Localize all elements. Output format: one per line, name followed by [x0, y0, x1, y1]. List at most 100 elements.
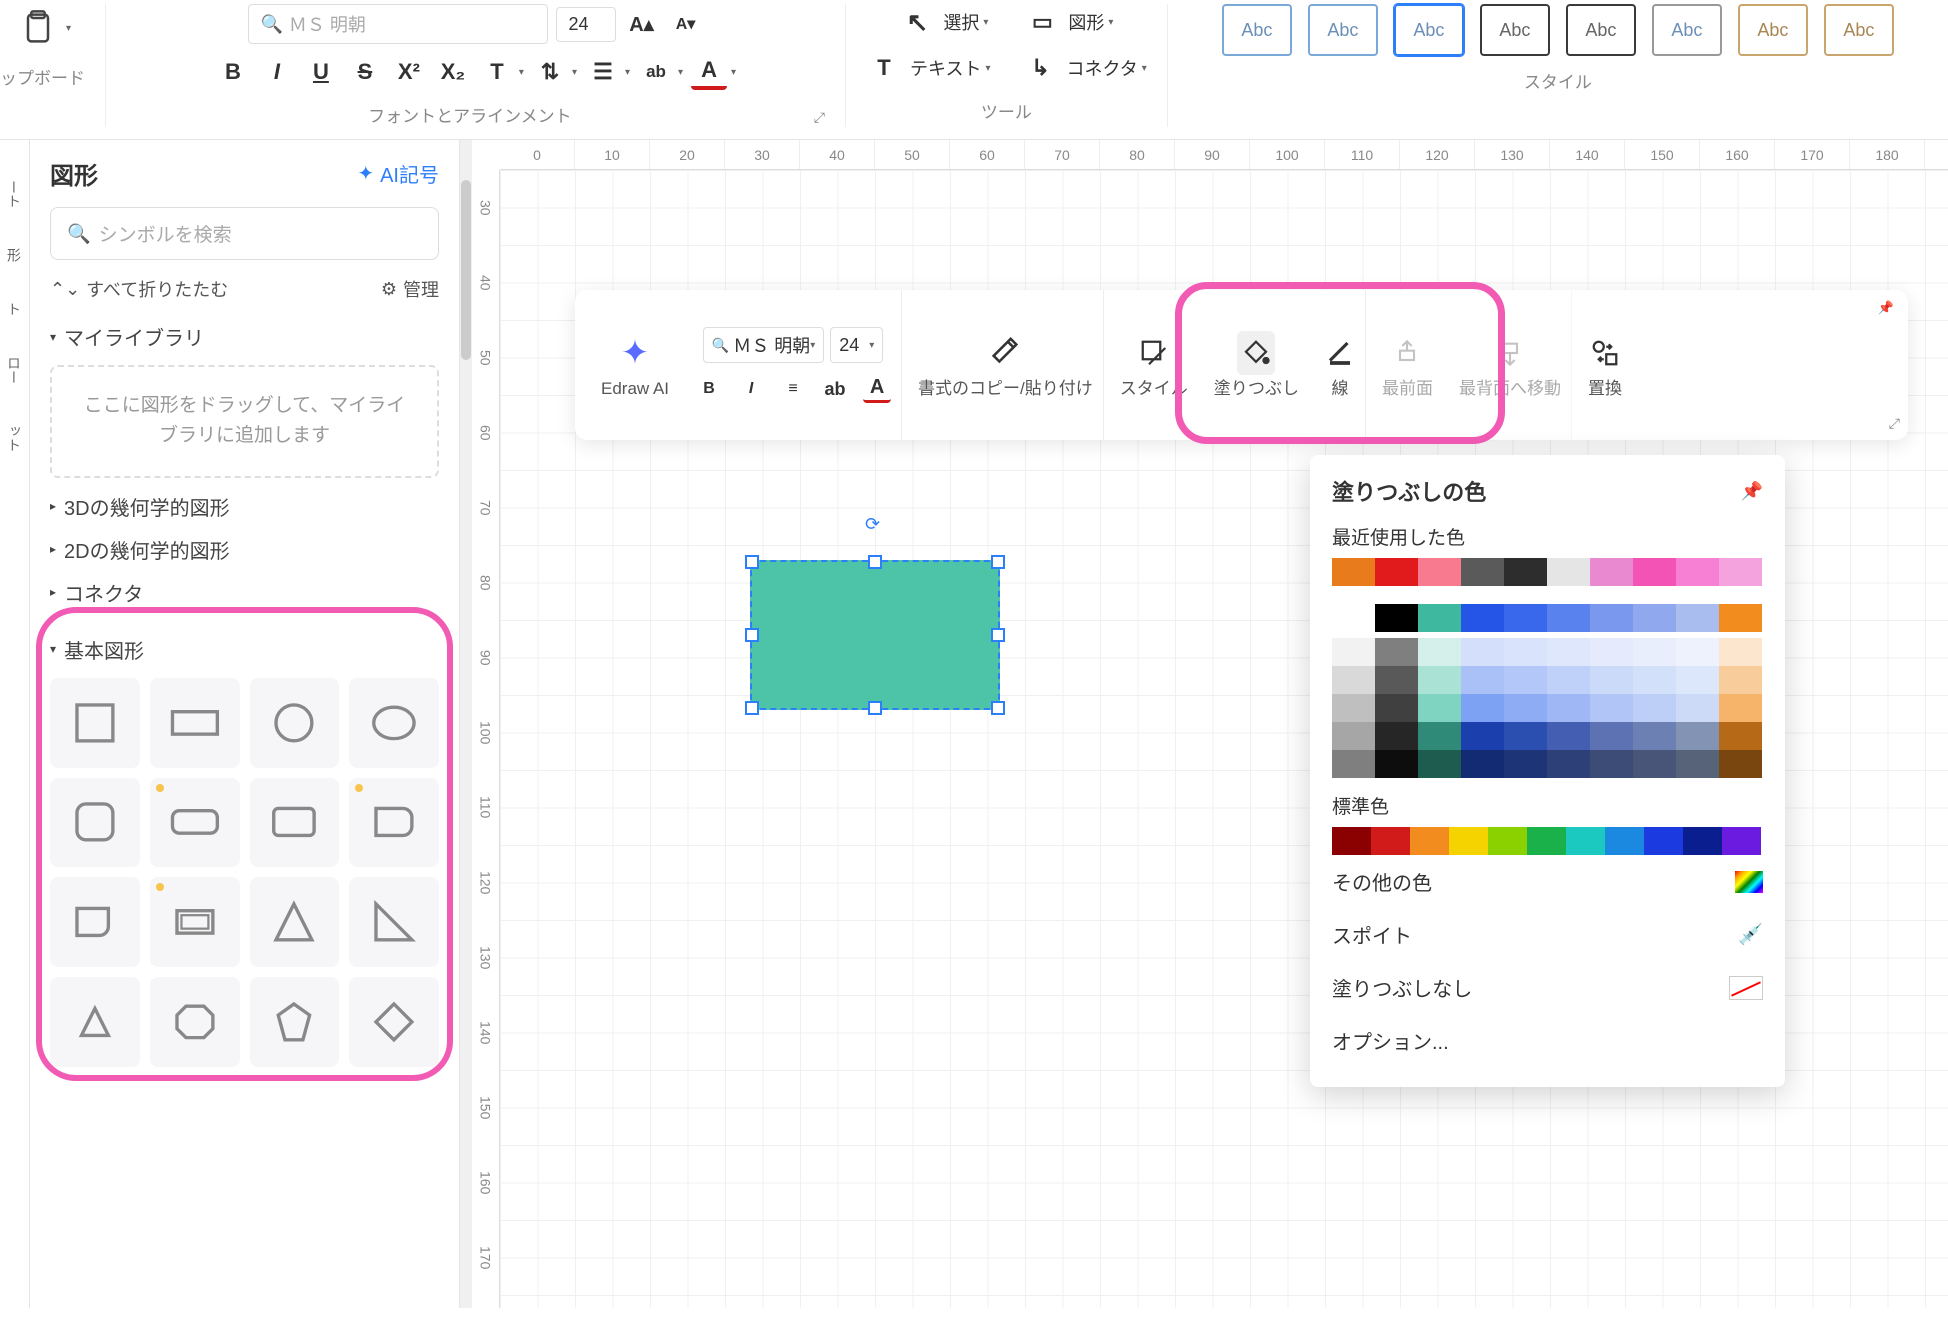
style-preset[interactable]: Abc [1480, 4, 1550, 56]
color-swatch[interactable] [1332, 638, 1375, 666]
color-swatch[interactable] [1375, 638, 1418, 666]
color-swatch[interactable] [1633, 722, 1676, 750]
color-swatch[interactable] [1504, 750, 1547, 778]
color-swatch[interactable] [1676, 558, 1719, 586]
dialog-launcher-icon[interactable]: ⤢ [814, 109, 825, 126]
color-swatch[interactable] [1461, 604, 1504, 632]
resize-handle[interactable] [745, 701, 759, 715]
resize-handle[interactable] [991, 628, 1005, 642]
color-swatch[interactable] [1719, 638, 1762, 666]
chevron-down-icon[interactable]: ▾ [625, 67, 630, 78]
color-swatch[interactable] [1488, 827, 1527, 855]
color-swatch[interactable] [1633, 604, 1676, 632]
scrollbar-thumb[interactable] [461, 180, 471, 360]
color-swatch[interactable] [1719, 722, 1762, 750]
color-swatch[interactable] [1547, 558, 1590, 586]
leftbar-item[interactable]: ロー [0, 336, 28, 404]
color-swatch[interactable] [1461, 638, 1504, 666]
color-swatch[interactable] [1504, 638, 1547, 666]
shape-tile[interactable] [50, 877, 140, 967]
connector-icon[interactable]: ↳ [1023, 50, 1059, 86]
change-case-button[interactable]: ab [821, 375, 849, 403]
section-basic[interactable]: ▾基本図形 [50, 635, 439, 664]
color-swatch[interactable] [1676, 722, 1719, 750]
color-swatch[interactable] [1375, 722, 1418, 750]
color-swatch[interactable] [1371, 827, 1410, 855]
color-swatch[interactable] [1418, 558, 1461, 586]
pin-icon[interactable]: 📌 [1878, 300, 1894, 316]
style-preset[interactable]: Abc [1222, 4, 1292, 56]
fill-icon[interactable] [1237, 331, 1275, 375]
color-swatch[interactable] [1683, 827, 1722, 855]
color-swatch[interactable] [1504, 666, 1547, 694]
color-swatch[interactable] [1375, 604, 1418, 632]
font-size-select[interactable]: 24▾ [830, 327, 883, 363]
color-swatch[interactable] [1332, 722, 1375, 750]
color-swatch[interactable] [1547, 694, 1590, 722]
color-swatch[interactable] [1719, 666, 1762, 694]
resize-handle[interactable] [868, 555, 882, 569]
color-swatch[interactable] [1504, 694, 1547, 722]
style-preset[interactable]: Abc [1824, 4, 1894, 56]
color-swatch[interactable] [1719, 750, 1762, 778]
color-swatch[interactable] [1332, 750, 1375, 778]
line-spacing-button[interactable]: ⇅ [532, 54, 568, 90]
color-swatch[interactable] [1461, 694, 1504, 722]
collapse-all-button[interactable]: ⌃⌄ すべて折りたたむ [50, 276, 228, 302]
sparkle-icon[interactable]: ✦ [621, 331, 650, 375]
color-swatch[interactable] [1676, 638, 1719, 666]
color-swatch[interactable] [1633, 666, 1676, 694]
text-format-button[interactable]: T [479, 54, 515, 90]
color-swatch[interactable] [1418, 750, 1461, 778]
shape-tile[interactable] [250, 778, 340, 868]
color-swatch[interactable] [1332, 604, 1375, 632]
shape-tile[interactable] [150, 678, 240, 768]
resize-handle[interactable] [745, 555, 759, 569]
shape-tile[interactable] [250, 977, 340, 1067]
color-swatch[interactable] [1547, 638, 1590, 666]
chevron-down-icon[interactable]: ▾ [572, 67, 577, 78]
shape-tile[interactable] [250, 678, 340, 768]
color-swatch[interactable] [1547, 666, 1590, 694]
style-preset[interactable]: Abc [1566, 4, 1636, 56]
font-family-select[interactable]: 🔍ＭＳ 明朝▾ [703, 327, 824, 363]
style-icon[interactable] [1139, 331, 1169, 375]
color-swatch[interactable] [1676, 666, 1719, 694]
style-preset[interactable]: Abc [1738, 4, 1808, 56]
decrease-font-icon[interactable]: A▾ [668, 6, 704, 42]
color-swatch[interactable] [1719, 694, 1762, 722]
section-my-library[interactable]: ▾マイライブラリ [50, 322, 439, 351]
shape-tile[interactable] [349, 977, 439, 1067]
color-swatch[interactable] [1590, 722, 1633, 750]
pin-icon[interactable]: 📌 [1741, 481, 1763, 502]
color-swatch[interactable] [1449, 827, 1488, 855]
color-swatch[interactable] [1590, 604, 1633, 632]
color-swatch[interactable] [1418, 604, 1461, 632]
line-icon[interactable] [1325, 331, 1355, 375]
color-swatch[interactable] [1547, 722, 1590, 750]
chevron-down-icon[interactable]: ▾ [519, 67, 524, 78]
color-swatch[interactable] [1461, 722, 1504, 750]
change-case-button[interactable]: ab [638, 54, 674, 90]
color-swatch[interactable] [1590, 750, 1633, 778]
color-swatch[interactable] [1375, 558, 1418, 586]
color-swatch[interactable] [1633, 558, 1676, 586]
cursor-icon[interactable]: ↖ [899, 4, 935, 40]
style-gallery[interactable]: AbcAbcAbcAbcAbcAbcAbcAbc [1218, 4, 1898, 56]
resize-handle[interactable] [991, 555, 1005, 569]
chevron-down-icon[interactable]: ▾ [1142, 63, 1147, 74]
canvas[interactable]: 0102030405060708090100110120130140150160… [460, 140, 1948, 1308]
leftbar-item[interactable]: ート [0, 160, 28, 228]
shape-tile[interactable] [150, 778, 240, 868]
shape-tile[interactable] [250, 877, 340, 967]
color-swatch[interactable] [1418, 666, 1461, 694]
color-swatch[interactable] [1504, 558, 1547, 586]
align-button[interactable]: ≡ [779, 375, 807, 403]
color-swatch[interactable] [1375, 750, 1418, 778]
color-swatch[interactable] [1590, 666, 1633, 694]
paste-icon[interactable] [14, 4, 62, 52]
color-swatch[interactable] [1418, 638, 1461, 666]
color-swatch[interactable] [1633, 694, 1676, 722]
subscript-button[interactable]: X₂ [435, 54, 471, 90]
style-preset[interactable]: Abc [1652, 4, 1722, 56]
